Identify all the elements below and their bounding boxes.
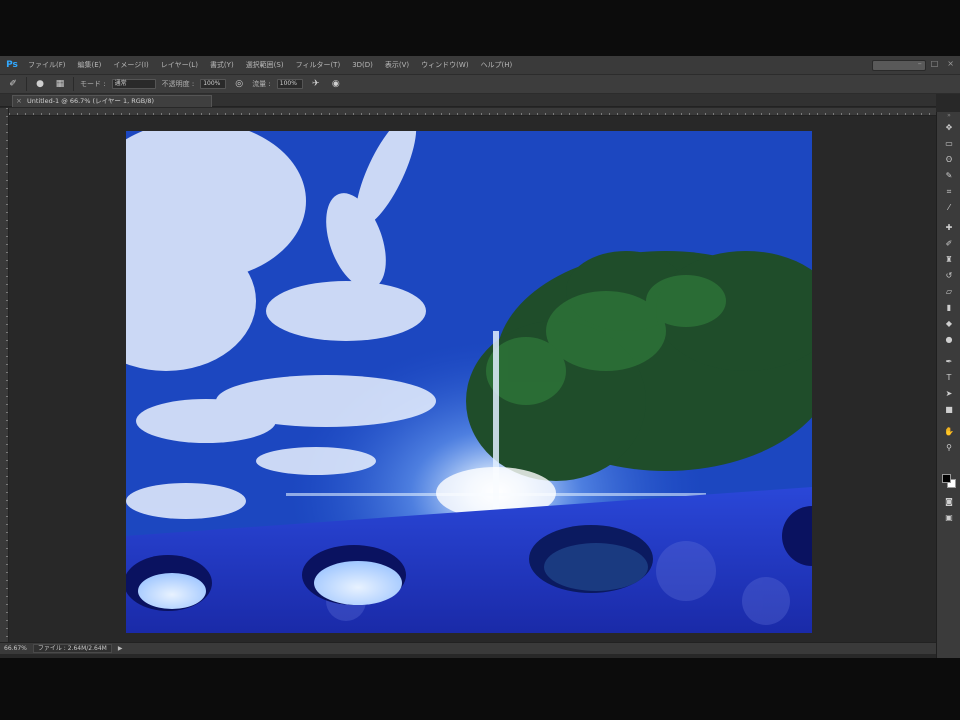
maximize-button[interactable]: □ (931, 59, 939, 68)
options-separator (73, 77, 74, 91)
gradient-tool-icon[interactable]: ▮ (942, 302, 956, 314)
menu-3d[interactable]: 3D(D) (346, 56, 379, 74)
flow-label: 流量 : (252, 80, 271, 88)
airbrush-icon[interactable]: ✈ (309, 78, 323, 90)
brush-panel-toggle-icon[interactable]: ▦ (53, 78, 67, 90)
minimize-button[interactable]: – (918, 59, 922, 68)
collapse-panel-icon[interactable]: » (940, 112, 958, 120)
mode-label: モード : (80, 80, 106, 88)
options-separator (26, 77, 27, 91)
menu-view[interactable]: 表示(V) (379, 56, 415, 74)
canvas-area[interactable] (10, 117, 936, 642)
menu-filter[interactable]: フィルター(T) (290, 56, 347, 74)
hand-tool-icon[interactable]: ✋ (942, 426, 956, 438)
screen-mode-icon[interactable]: ▣ (942, 512, 956, 524)
document-canvas-image[interactable] (126, 131, 812, 633)
zoom-tool-icon[interactable]: ⚲ (942, 442, 956, 454)
lasso-tool-icon[interactable]: ʘ (942, 154, 956, 166)
zoom-level[interactable]: 66.67% (4, 645, 27, 652)
brush-preset-picker-icon[interactable]: ● (33, 78, 47, 90)
shape-tool-icon[interactable]: ■ (942, 404, 956, 416)
document-info[interactable]: ファイル : 2.64M/2.64M (32, 644, 112, 653)
pressure-opacity-icon[interactable]: ◎ (232, 78, 246, 90)
pen-tool-icon[interactable]: ✒ (942, 356, 956, 368)
foreground-color-swatch[interactable] (942, 474, 951, 483)
sky-tree-photo (126, 131, 812, 633)
video-letterbox-bottom (0, 658, 960, 720)
status-bar: 66.67% ファイル : 2.64M/2.64M ▶ (0, 642, 936, 654)
horizontal-ruler[interactable] (9, 108, 936, 116)
blur-tool-icon[interactable]: ◆ (942, 318, 956, 330)
menu-bar: Ps ファイル(F) 編集(E) イメージ(I) レイヤー(L) 書式(Y) 選… (0, 56, 960, 74)
photoshop-logo-icon: Ps (6, 60, 18, 70)
opacity-label: 不透明度 : (161, 80, 195, 88)
healing-brush-tool-icon[interactable]: ✚ (942, 222, 956, 234)
eyedropper-tool-icon[interactable]: ⁄ (942, 202, 956, 214)
eraser-tool-icon[interactable]: ▱ (942, 286, 956, 298)
clone-stamp-tool-icon[interactable]: ♜ (942, 254, 956, 266)
status-menu-arrow-icon[interactable]: ▶ (118, 645, 123, 652)
options-bar: ✐ ● ▦ モード : 通常 不透明度 : 100% ◎ 流量 : 100% ✈… (0, 74, 960, 94)
move-tool-icon[interactable]: ✥ (942, 122, 956, 134)
opacity-field[interactable]: 100% (200, 79, 227, 89)
window-controls: – □ × (918, 59, 954, 68)
document-tab-title: Untitled-1 @ 66.7% (レイヤー 1, RGB/8) (27, 97, 155, 105)
mode-select[interactable]: 通常 (111, 79, 156, 89)
brush-icon[interactable]: ✐ (6, 78, 20, 90)
vertical-ruler[interactable] (0, 108, 9, 642)
menu-edit[interactable]: 編集(E) (72, 56, 108, 74)
quick-select-tool-icon[interactable]: ✎ (942, 170, 956, 182)
menu-layer[interactable]: レイヤー(L) (155, 56, 204, 74)
tools-panel: » ✥ ▭ ʘ ✎ ⌗ ⁄ ✚ ✐ ♜ ↺ ▱ ▮ ◆ ● ✒ T ➤ ■ ✋ … (936, 112, 960, 658)
document-tab-bar: × Untitled-1 @ 66.7% (レイヤー 1, RGB/8) (0, 94, 936, 107)
brush-tool-icon[interactable]: ✐ (942, 238, 956, 250)
menu-type[interactable]: 書式(Y) (204, 56, 240, 74)
pressure-size-icon[interactable]: ◉ (329, 78, 343, 90)
type-tool-icon[interactable]: T (942, 372, 956, 384)
crop-tool-icon[interactable]: ⌗ (942, 186, 956, 198)
menu-select[interactable]: 選択範囲(S) (240, 56, 290, 74)
menu-help[interactable]: ヘルプ(H) (475, 56, 519, 74)
video-letterbox-top (0, 0, 960, 56)
marquee-tool-icon[interactable]: ▭ (942, 138, 956, 150)
history-brush-tool-icon[interactable]: ↺ (942, 270, 956, 282)
close-button[interactable]: × (947, 59, 954, 68)
dodge-tool-icon[interactable]: ● (942, 334, 956, 346)
document-tab[interactable]: × Untitled-1 @ 66.7% (レイヤー 1, RGB/8) (12, 95, 212, 107)
menu-window[interactable]: ウィンドウ(W) (415, 56, 474, 74)
quick-mask-icon[interactable]: ◙ (942, 496, 956, 508)
close-tab-icon[interactable]: × (16, 96, 22, 107)
flow-field[interactable]: 100% (276, 79, 303, 89)
menu-image[interactable]: イメージ(I) (107, 56, 154, 74)
photoshop-window: Ps ファイル(F) 編集(E) イメージ(I) レイヤー(L) 書式(Y) 選… (0, 56, 960, 658)
menu-file[interactable]: ファイル(F) (22, 56, 72, 74)
path-select-tool-icon[interactable]: ➤ (942, 388, 956, 400)
